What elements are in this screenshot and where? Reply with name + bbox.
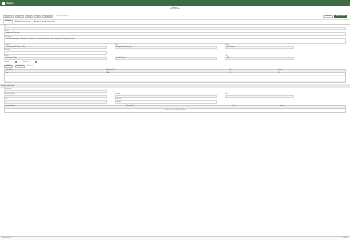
- default-qty-input[interactable]: [4, 95, 107, 99]
- alternate-field: Alternate: [4, 50, 107, 55]
- pricing-type-field: Fixed Pricing: [114, 56, 218, 60]
- status-field: Status Act - Active: [225, 45, 294, 50]
- unit-field: Unit EA: [225, 56, 294, 60]
- tab-general[interactable]: General: [3, 19, 14, 24]
- page-header: Items All Information: [0, 6, 350, 14]
- type-field: Type Integration Testing (IT): [114, 45, 218, 50]
- qty-input[interactable]: [114, 95, 218, 99]
- search-dropdown[interactable]: Search ▾: [3, 14, 14, 19]
- category-field: Category Commercial Kit Codes - ACC: [4, 45, 107, 50]
- default-qty-field: Default Quantity: [4, 94, 107, 99]
- site-input[interactable]: [225, 95, 294, 99]
- item-input[interactable]: [4, 27, 346, 31]
- zoom-level[interactable]: 100% ▴: [343, 238, 348, 239]
- item-id-chip[interactable]: Item ID: [14, 14, 25, 19]
- search-field: Search Integration Test Item: [4, 31, 346, 36]
- unit-select[interactable]: EA: [225, 56, 294, 60]
- tab-alternative-vendor[interactable]: Alternative Vendor Information: [32, 22, 56, 24]
- price-input[interactable]: [4, 100, 107, 104]
- qty-field: Quantity: [114, 94, 218, 99]
- unit-grid-toolbar: Add Row Delete Row To Unit: 1: [4, 64, 346, 69]
- empty-message: There are no records to display: [164, 109, 186, 111]
- unit-grid: Unit Name Alternate Unit Unit Factor Dzn…: [4, 68, 346, 83]
- new-chip[interactable]: (new): [25, 14, 34, 19]
- price-field: Price: [4, 99, 107, 104]
- page-subtitle: All Information: [169, 9, 181, 11]
- unit-hint: To Unit: 1: [26, 66, 33, 68]
- vendor-grid: Vendor Name Alternate ID Unit Factor The…: [4, 104, 346, 113]
- stocked-label: Stocked: [23, 61, 29, 63]
- taxable-checkbox[interactable]: [15, 61, 18, 64]
- form-content: Item Search Integration Test Item Descri…: [0, 25, 350, 114]
- delete-row-button[interactable]: Delete Row: [14, 65, 26, 69]
- taxable-label: Taxable: [4, 61, 10, 63]
- vendor-section-header[interactable]: Vendor Information: [0, 84, 350, 88]
- lookup-hint: Enter for Lookup: [56, 16, 69, 17]
- unit-chip[interactable]: Unit: [34, 14, 42, 19]
- tab-additional-information[interactable]: Additional Information: [14, 22, 32, 24]
- app-icon: [2, 1, 5, 5]
- vendor-section-title: Vendor Information: [1, 85, 15, 87]
- window-title: Items: [6, 1, 14, 5]
- description-input[interactable]: Describe Description of Variable Descrip…: [4, 37, 346, 44]
- stocked-checkbox[interactable]: [34, 61, 37, 64]
- pricing-field: Pricing Purchase & Sale: [4, 56, 107, 60]
- item-field: Item: [4, 26, 346, 31]
- site-field: Site: [225, 94, 294, 99]
- description-field: Description Describe Description of Vari…: [4, 37, 346, 44]
- warehouse-input[interactable]: [4, 89, 107, 93]
- lead-time-field: Lead Time 0 Days: [114, 99, 218, 104]
- status-bar: Record 1 of 1 100% ▴: [0, 236, 350, 240]
- record-count: Record 1 of 1: [2, 238, 12, 239]
- lead-time-input[interactable]: 0 Days: [114, 100, 218, 104]
- alternate-input[interactable]: [4, 51, 107, 55]
- warehouse-field: Warehouse: [4, 89, 107, 93]
- cancel-button[interactable]: Cancel: [323, 14, 334, 19]
- type-select[interactable]: Integration Testing (IT): [114, 45, 218, 50]
- search-input[interactable]: Integration Test Item: [4, 32, 346, 36]
- flags: Taxable Stocked: [4, 61, 346, 64]
- pricing-select[interactable]: Purchase & Sale: [4, 56, 107, 60]
- pricing-type-select[interactable]: Fixed Pricing: [114, 56, 218, 60]
- inventory-chip[interactable]: Inventory: [42, 14, 54, 19]
- save-close-button[interactable]: Save & Close: [334, 14, 347, 19]
- status-select[interactable]: Act - Active: [225, 45, 294, 50]
- category-select[interactable]: Commercial Kit Codes - ACC: [4, 45, 107, 50]
- add-row-button[interactable]: Add Row: [4, 65, 14, 69]
